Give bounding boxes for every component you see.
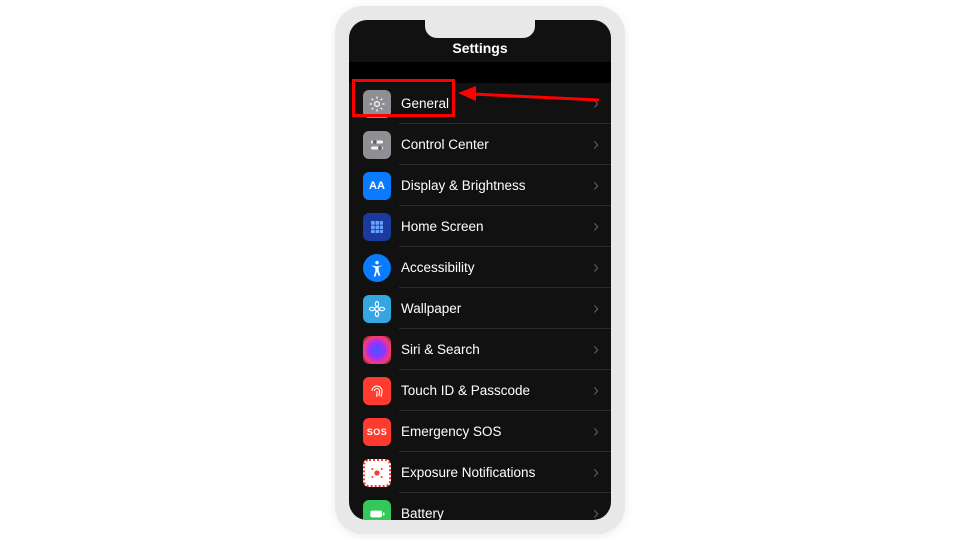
- row-label: Home Screen: [401, 219, 593, 234]
- row-touch-id-passcode[interactable]: Touch ID & Passcode ›: [349, 370, 611, 411]
- chevron-right-icon: ›: [593, 380, 599, 401]
- title-text: Settings: [452, 40, 507, 56]
- sos-icon: SOS: [363, 418, 391, 446]
- sliders-icon: [363, 131, 391, 159]
- row-label: Display & Brightness: [401, 178, 593, 193]
- row-label: Emergency SOS: [401, 424, 593, 439]
- row-control-center[interactable]: Control Center ›: [349, 124, 611, 165]
- row-home-screen[interactable]: Home Screen ›: [349, 206, 611, 247]
- gear-icon: [363, 90, 391, 118]
- fingerprint-icon: [363, 377, 391, 405]
- settings-list: General › Control Center › AA Display & …: [349, 83, 611, 520]
- row-label: Control Center: [401, 137, 593, 152]
- row-label: General: [401, 96, 593, 111]
- row-label: Wallpaper: [401, 301, 593, 316]
- row-label: Accessibility: [401, 260, 593, 275]
- row-exposure-notifications[interactable]: Exposure Notifications ›: [349, 452, 611, 493]
- grid-icon: [363, 213, 391, 241]
- row-wallpaper[interactable]: Wallpaper ›: [349, 288, 611, 329]
- siri-icon: [363, 336, 391, 364]
- device-notch: [425, 20, 535, 38]
- row-label: Touch ID & Passcode: [401, 383, 593, 398]
- row-general[interactable]: General ›: [349, 83, 611, 124]
- row-label: Siri & Search: [401, 342, 593, 357]
- row-display-brightness[interactable]: AA Display & Brightness ›: [349, 165, 611, 206]
- row-label: Battery: [401, 506, 593, 520]
- chevron-right-icon: ›: [593, 216, 599, 237]
- chevron-right-icon: ›: [593, 421, 599, 442]
- chevron-right-icon: ›: [593, 93, 599, 114]
- chevron-right-icon: ›: [593, 503, 599, 520]
- section-gap: [349, 63, 611, 83]
- chevron-right-icon: ›: [593, 257, 599, 278]
- device-frame: Settings General › Control Center › AA D…: [335, 6, 625, 534]
- text-size-icon: AA: [363, 172, 391, 200]
- row-battery[interactable]: Battery ›: [349, 493, 611, 520]
- row-label: Exposure Notifications: [401, 465, 593, 480]
- exposure-icon: [363, 459, 391, 487]
- row-emergency-sos[interactable]: SOS Emergency SOS ›: [349, 411, 611, 452]
- person-circle-icon: [363, 254, 391, 282]
- flower-icon: [363, 295, 391, 323]
- screen: Settings General › Control Center › AA D…: [349, 20, 611, 520]
- row-siri-search[interactable]: Siri & Search ›: [349, 329, 611, 370]
- row-accessibility[interactable]: Accessibility ›: [349, 247, 611, 288]
- chevron-right-icon: ›: [593, 339, 599, 360]
- chevron-right-icon: ›: [593, 462, 599, 483]
- battery-icon: [363, 500, 391, 521]
- chevron-right-icon: ›: [593, 134, 599, 155]
- chevron-right-icon: ›: [593, 175, 599, 196]
- chevron-right-icon: ›: [593, 298, 599, 319]
